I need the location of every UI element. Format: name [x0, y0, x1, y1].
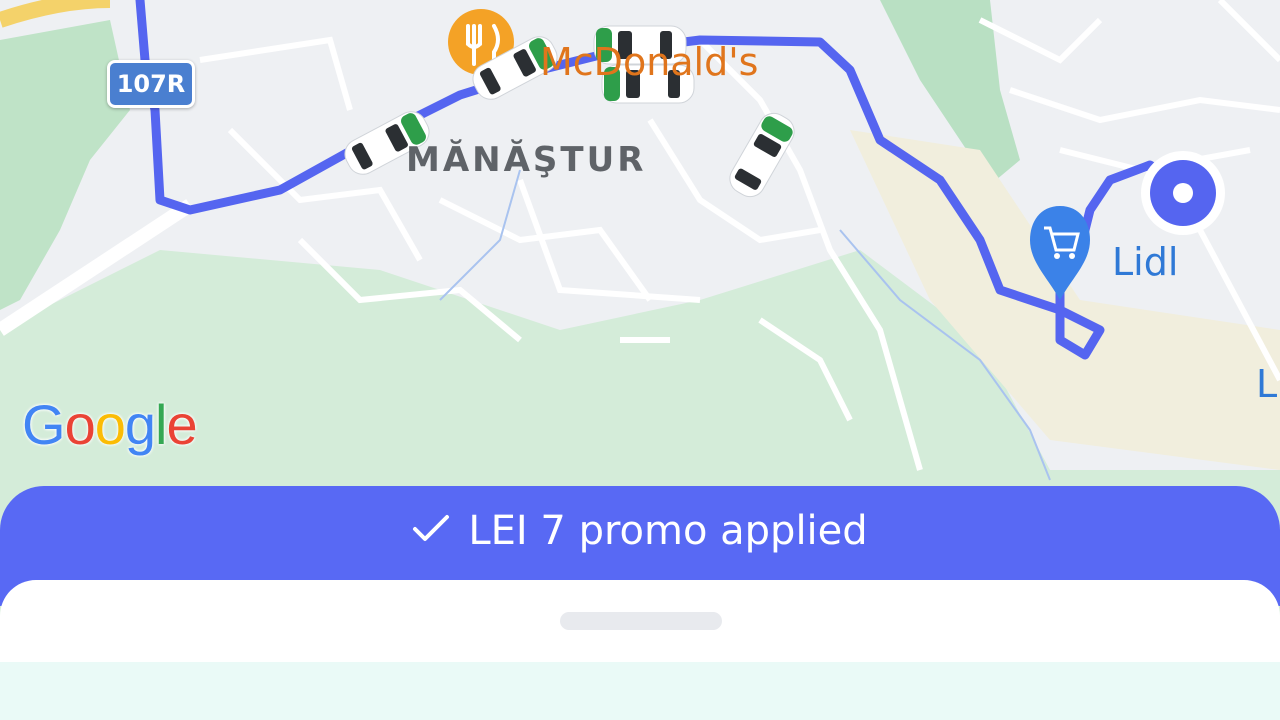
promo-label: LEI 7 promo applied: [468, 508, 868, 554]
district-label: MĂNĂŞTUR: [406, 140, 647, 180]
poi-label-restaurant[interactable]: McDonald's: [540, 40, 758, 84]
logo-letter: G: [22, 393, 66, 456]
drag-handle[interactable]: [560, 612, 722, 630]
poi-label-shop[interactable]: Lidl: [1112, 240, 1178, 284]
logo-letter: o: [94, 393, 126, 456]
destination-pin-icon[interactable]: [1141, 151, 1225, 235]
road-shield: 107R: [107, 60, 195, 108]
logo-letter: l: [155, 393, 167, 456]
logo-letter: g: [124, 393, 156, 456]
check-icon: [412, 508, 450, 554]
logo-letter: o: [64, 393, 96, 456]
promo-message: LEI 7 promo applied: [0, 508, 1280, 554]
logo-letter: e: [166, 393, 197, 456]
poi-label-edge: L: [1256, 362, 1278, 406]
google-logo: Google: [22, 392, 198, 457]
sheet-content-area: [0, 662, 1280, 720]
